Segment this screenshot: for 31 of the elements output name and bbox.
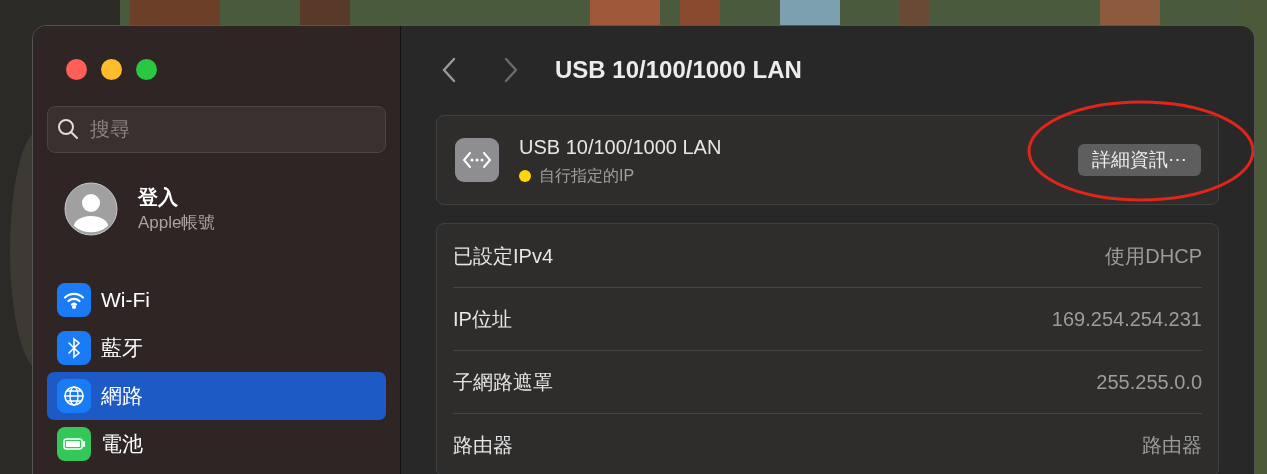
battery-icon xyxy=(57,427,91,461)
page-title: USB 10/100/1000 LAN xyxy=(555,54,802,85)
row-label: IP位址 xyxy=(453,307,512,332)
account-subtitle: Apple帳號 xyxy=(138,211,216,234)
row-value: 使用DHCP xyxy=(1105,243,1202,269)
window-control[interactable] xyxy=(136,59,157,80)
status-text: 自行指定的IP xyxy=(539,166,635,186)
row-label: 路由器 xyxy=(453,433,513,458)
row-value: 路由器 xyxy=(1142,433,1202,458)
details-button[interactable]: 詳細資訊⋯ xyxy=(1078,144,1201,176)
sidebar-item[interactable]: 電池 xyxy=(47,420,386,468)
window-control[interactable] xyxy=(66,59,87,80)
forward-icon[interactable] xyxy=(503,56,519,83)
row-label: 已設定IPv4 xyxy=(453,243,554,269)
sidebar-item[interactable]: 網路 xyxy=(47,372,386,420)
bluetooth-icon xyxy=(57,331,91,365)
row-value: 255.255.0.0 xyxy=(1096,370,1202,395)
avatar-icon xyxy=(64,182,118,236)
back-icon[interactable] xyxy=(441,56,457,83)
window-control[interactable] xyxy=(101,59,122,80)
sidebar-item[interactable]: Wi-Fi xyxy=(47,276,386,324)
network-device-icon xyxy=(455,138,499,182)
account-title: 登入 xyxy=(138,184,179,210)
search-icon xyxy=(57,118,79,140)
wifi-icon xyxy=(57,283,91,317)
row-value: 169.254.254.231 xyxy=(1051,307,1202,332)
globe-icon xyxy=(57,379,91,413)
sidebar-item[interactable]: 藍牙 xyxy=(47,324,386,372)
device-name: USB 10/100/1000 LAN xyxy=(519,135,722,160)
row-label: 子網路遮罩 xyxy=(453,370,553,395)
search-field[interactable]: 搜尋 xyxy=(47,106,386,153)
